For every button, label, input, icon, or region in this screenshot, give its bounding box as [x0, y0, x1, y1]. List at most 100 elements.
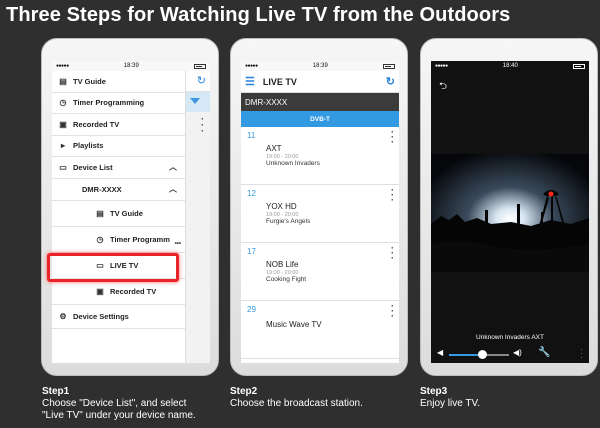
channel-item[interactable]: 11 · · · AXT 19:00 - 20:00 Unknown Invader…: [241, 127, 399, 185]
status-time: 18:39: [312, 63, 328, 69]
phone-screen: ●●●●● 18:39 ☰ LIVE TV ↻ DMR-XXXX DVB-T 1…: [241, 61, 399, 363]
refresh-icon[interactable]: ↻: [386, 75, 395, 88]
chevron-up-icon: ︿: [169, 184, 177, 194]
step-text: Choose "Device List", and select: [42, 398, 187, 409]
live-tv-highlight: [47, 253, 179, 282]
signal-icon: ●●●●●: [245, 63, 258, 69]
wrench-icon[interactable]: 🔧: [538, 347, 550, 358]
menu-icon[interactable]: ☰: [245, 75, 255, 88]
menu-item-device-list[interactable]: ▭ Device List ︿: [52, 157, 185, 179]
recorded-tv-icon: ▣: [59, 119, 67, 129]
settings-icon: ⚙: [59, 311, 67, 321]
selected-row[interactable]: [186, 92, 210, 112]
phone-step3: ●●●●● 18:40 ⮌ Unknown Invaders AXT ◀ ◀) …: [420, 38, 598, 376]
menu-label: Playlists: [73, 141, 104, 151]
menu-label: Recorded TV: [73, 119, 120, 129]
recorded-tv-icon: ▣: [96, 286, 104, 296]
menu-item-timer-programming[interactable]: ◷ Timer Programming: [52, 93, 185, 114]
playlist-icon: ▸: [60, 141, 65, 151]
channel-item[interactable]: 12 · · · YOX HD 19:00 - 20:00 Furgie's Ang…: [241, 185, 399, 243]
menu-label: Device Settings: [73, 311, 129, 321]
channel-program: Unknown Invaders: [266, 160, 320, 167]
volume-down-icon[interactable]: ◀: [437, 348, 443, 357]
battery-icon: [383, 63, 395, 69]
menu-item-playlists[interactable]: ▸ Playlists: [52, 136, 185, 157]
menu-item-device-timer[interactable]: ◷ Timer Programm •••: [52, 227, 185, 253]
menu-label: Timer Programming: [73, 98, 145, 108]
more-icon[interactable]: · · ·: [391, 128, 394, 147]
more-icon[interactable]: · · ·: [391, 302, 394, 321]
signal-icon: ●●●●●: [435, 63, 448, 69]
channel-number: 12: [247, 189, 256, 198]
channel-item[interactable]: 17 · · · NOB Life 19:00 - 20:00 Cooking Fi…: [241, 243, 399, 301]
phone-screen: ●●●●● 18:40 ⮌ Unknown Invaders AXT ◀ ◀) …: [431, 61, 589, 363]
refresh-icon[interactable]: ↻: [197, 74, 206, 87]
step-3: Step3 Enjoy live TV.: [420, 386, 480, 410]
device-name: DMR-XXXX: [82, 184, 122, 194]
step-text: Choose the broadcast station.: [230, 398, 363, 409]
more-icon[interactable]: · · ·: [201, 115, 204, 136]
dropdown-icon: [190, 98, 200, 104]
battery-icon: [194, 63, 206, 69]
menu-item-device-recorded-tv[interactable]: ▣ Recorded TV: [52, 279, 185, 305]
menu-item-device-settings[interactable]: ⚙ Device Settings: [52, 305, 185, 329]
volume-thumb[interactable]: [477, 350, 487, 359]
chevron-up-icon: ︿: [169, 162, 177, 172]
step-1: Step1 Choose "Device List", and select "…: [42, 386, 196, 422]
channel-name: NOB Life: [266, 260, 299, 269]
status-bar: ●●●●● 18:40: [431, 61, 589, 71]
menu-item-device[interactable]: DMR-XXXX ︿: [52, 179, 185, 201]
step-heading: Step1: [42, 386, 70, 397]
channel-program: Cooking Fight: [266, 276, 307, 283]
channel-number: 11: [247, 131, 256, 140]
phone-screen: ●●●●● 18:39 ↻ · · · ▤ TV Guide ◷ Timer Progr…: [52, 61, 210, 363]
signal-icon: ●●●●●: [56, 63, 69, 69]
menu-label: Recorded TV: [110, 286, 157, 296]
step-text: "Live TV" under your device name.: [42, 410, 196, 421]
tv-guide-icon: ▤: [59, 76, 67, 86]
menu-label: Timer Programm: [110, 234, 170, 244]
side-menu: ▤ TV Guide ◷ Timer Programming ▣ Recorded T…: [52, 71, 186, 363]
more-icon[interactable]: · · ·: [580, 346, 583, 362]
channel-name: YOX HD: [266, 202, 297, 211]
step-2: Step2 Choose the broadcast station.: [230, 386, 363, 410]
channel-number: 17: [247, 247, 256, 256]
video-frame: [431, 154, 589, 272]
back-icon[interactable]: ⮌: [439, 79, 447, 96]
more-icon[interactable]: · · ·: [391, 244, 394, 263]
status-bar: ●●●●● 18:39: [52, 61, 210, 71]
menu-label: TV Guide: [110, 208, 143, 218]
channel-name: AXT: [266, 144, 282, 153]
app-title: LIVE TV: [262, 76, 297, 87]
timer-icon: ◷: [59, 98, 67, 108]
menu-item-device-tv-guide[interactable]: ▤ TV Guide: [52, 201, 185, 227]
menu-item-tv-guide[interactable]: ▤ TV Guide: [52, 71, 185, 93]
step-heading: Step3: [420, 386, 448, 397]
page-title: Three Steps for Watching Live TV from th…: [6, 4, 511, 26]
channel-name: Music Wave TV: [266, 320, 322, 329]
phone-step1: ●●●●● 18:39 ↻ · · · ▤ TV Guide ◷ Timer Progr…: [41, 38, 219, 376]
battery-icon: [573, 63, 585, 69]
menu-item-recorded-tv[interactable]: ▣ Recorded TV: [52, 114, 185, 136]
menu-label: Device List: [73, 162, 113, 172]
video-caption: Unknown Invaders AXT: [476, 334, 544, 341]
volume-up-icon[interactable]: ◀): [513, 348, 522, 357]
device-icon: ▭: [59, 162, 67, 172]
status-time: 18:39: [123, 63, 139, 69]
menu-label: TV Guide: [73, 76, 106, 86]
video-player[interactable]: [431, 154, 589, 272]
device-bar: DMR-XXXX: [241, 93, 399, 111]
player-controls: ◀ ◀) 🔧 · · ·: [431, 346, 589, 362]
app-bar: ☰ LIVE TV ↻: [241, 71, 399, 93]
content-header: ↻: [186, 71, 210, 92]
tab-dvb-t[interactable]: DVB-T: [241, 111, 399, 127]
phone-step2: ●●●●● 18:39 ☰ LIVE TV ↻ DMR-XXXX DVB-T 1…: [230, 38, 408, 376]
more-icon[interactable]: •••: [175, 241, 181, 247]
channel-item[interactable]: 29 · · · Music Wave TV: [241, 301, 399, 359]
status-time: 18:40: [502, 63, 518, 69]
step-heading: Step2: [230, 386, 258, 397]
content-pane: ↻ · · ·: [186, 71, 210, 363]
channel-number: 29: [247, 305, 256, 314]
timer-icon: ◷: [96, 234, 104, 244]
more-icon[interactable]: · · ·: [391, 186, 394, 205]
